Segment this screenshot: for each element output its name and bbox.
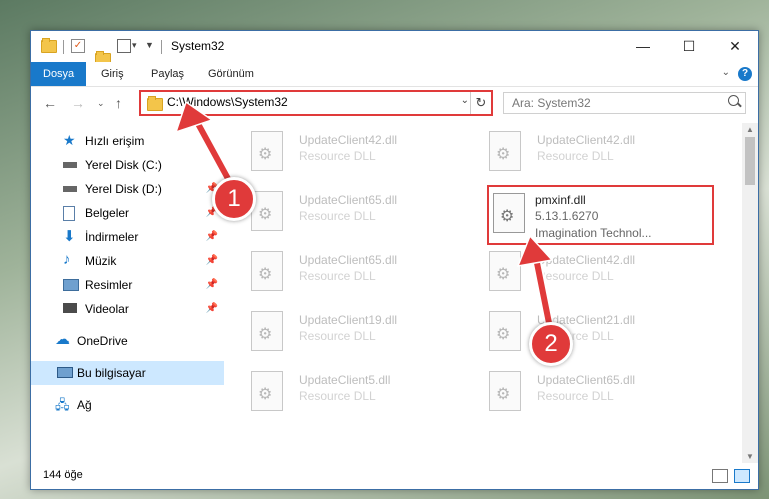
- arrow-2: [516, 234, 555, 333]
- annotation-arrows: [174, 100, 555, 333]
- step-1-badge: 1: [212, 177, 256, 221]
- arrow-1: [174, 100, 237, 191]
- step-2-badge: 2: [529, 322, 573, 366]
